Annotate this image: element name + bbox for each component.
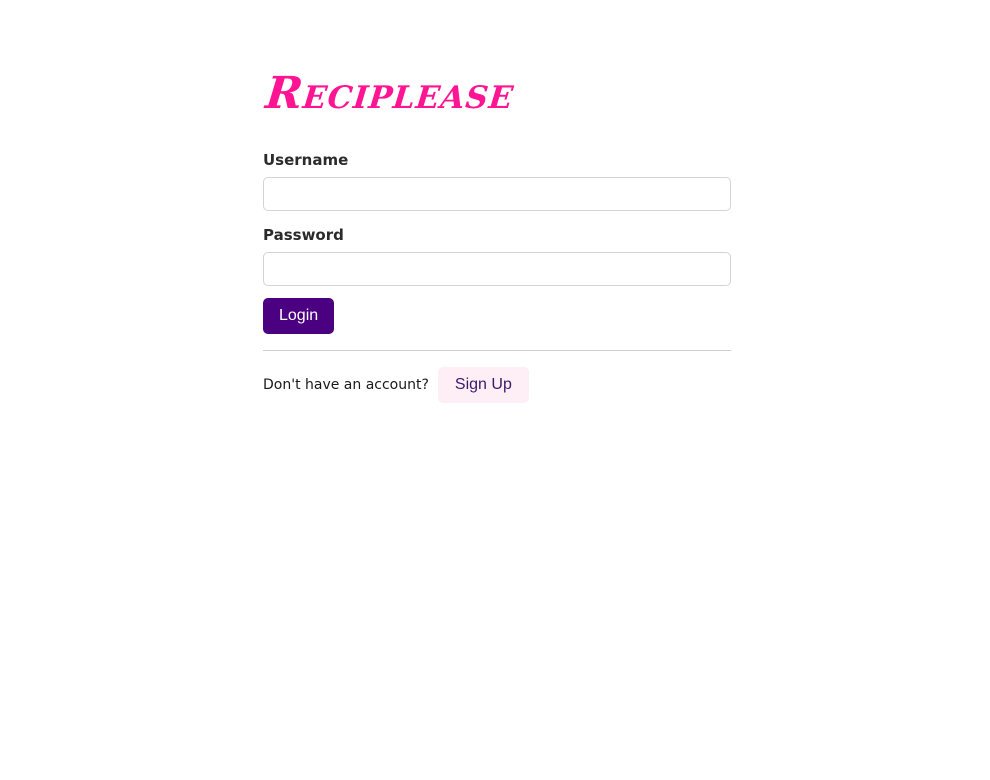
username-label: Username xyxy=(263,151,349,169)
divider xyxy=(263,350,731,351)
signup-button[interactable]: Sign Up xyxy=(437,367,529,403)
password-input[interactable] xyxy=(263,252,731,286)
username-input[interactable] xyxy=(263,177,731,211)
app-logo: Reciplease xyxy=(263,68,517,119)
password-label: Password xyxy=(263,226,344,244)
login-button[interactable]: Login xyxy=(263,298,335,334)
signup-row: Don't have an account? Sign Up xyxy=(263,367,529,403)
signup-prompt: Don't have an account? xyxy=(263,377,429,393)
